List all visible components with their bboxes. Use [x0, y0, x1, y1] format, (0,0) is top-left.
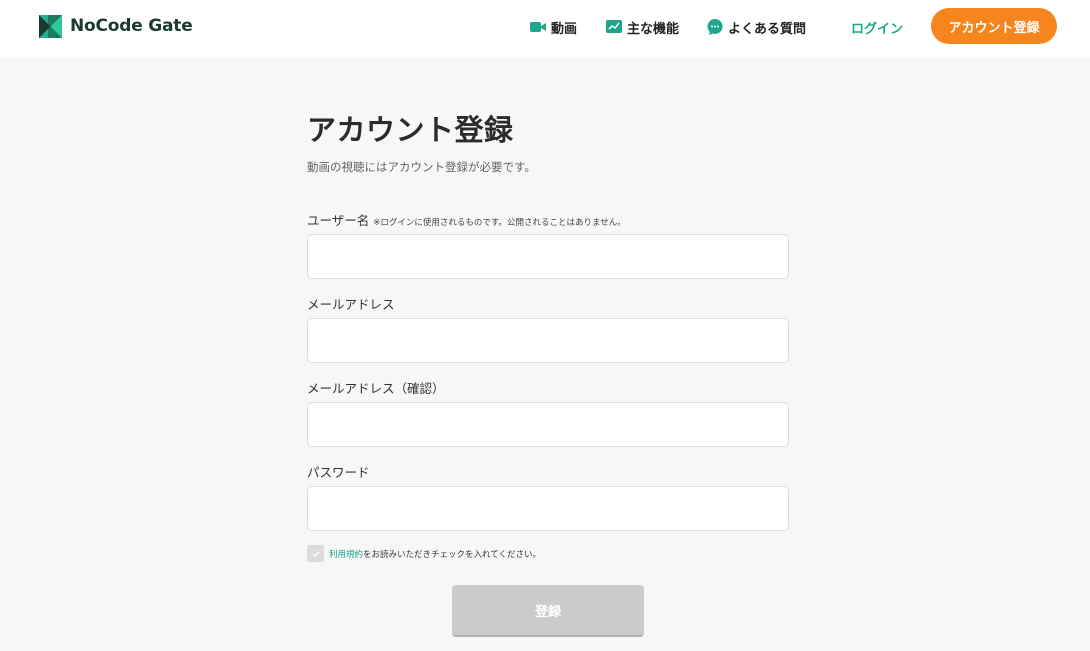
username-label-text: ユーザー名: [307, 213, 370, 228]
logo[interactable]: NoCode Gate: [39, 14, 193, 38]
email-label: メールアドレス: [307, 297, 395, 312]
username-note: ※ログインに使用されるものです。公開されることはありません。: [373, 218, 626, 228]
logo-text: NoCode Gate: [70, 16, 193, 36]
terms-checkbox[interactable]: [307, 545, 324, 562]
username-input[interactable]: [307, 234, 789, 279]
nav-video[interactable]: 動画: [530, 17, 577, 37]
terms-link[interactable]: 利用規約: [329, 550, 363, 560]
email-confirm-label: メールアドレス（確認）: [307, 381, 445, 396]
submit-button[interactable]: 登録: [452, 585, 644, 637]
video-camera-icon: [530, 22, 546, 32]
terms-text: 利用規約をお読みいただきチェックを入れてください。: [329, 548, 541, 560]
nav-faq[interactable]: よくある質問: [707, 17, 806, 37]
nav-video-label: 動画: [551, 21, 578, 37]
email-input[interactable]: [307, 318, 789, 363]
nav-faq-label: よくある質問: [728, 21, 807, 37]
check-icon: [311, 550, 320, 557]
terms-row: 利用規約をお読みいただきチェックを入れてください。: [307, 545, 541, 562]
password-label: パスワード: [307, 465, 370, 480]
chart-icon: [606, 20, 622, 33]
login-link[interactable]: ログイン: [851, 18, 903, 37]
chat-bubble-icon: [707, 19, 723, 35]
nav-features-label: 主な機能: [627, 21, 680, 37]
site-header: NoCode Gate 動画 主な機能 よくある質問 ログイン アカウント登録: [0, 0, 1090, 58]
password-input[interactable]: [307, 486, 789, 531]
nav-features[interactable]: 主な機能: [606, 17, 679, 37]
terms-instruction: をお読みいただきチェックを入れてください。: [363, 549, 542, 560]
page-title: アカウント登録: [307, 113, 514, 147]
nocode-gate-logo-icon: [39, 14, 62, 38]
username-label: ユーザー名 ※ログインに使用されるものです。公開されることはありません。: [307, 210, 626, 229]
email-confirm-input[interactable]: [307, 402, 789, 447]
page-subtitle: 動画の視聴にはアカウント登録が必要です。: [307, 160, 536, 174]
header-register-button[interactable]: アカウント登録: [931, 8, 1057, 44]
